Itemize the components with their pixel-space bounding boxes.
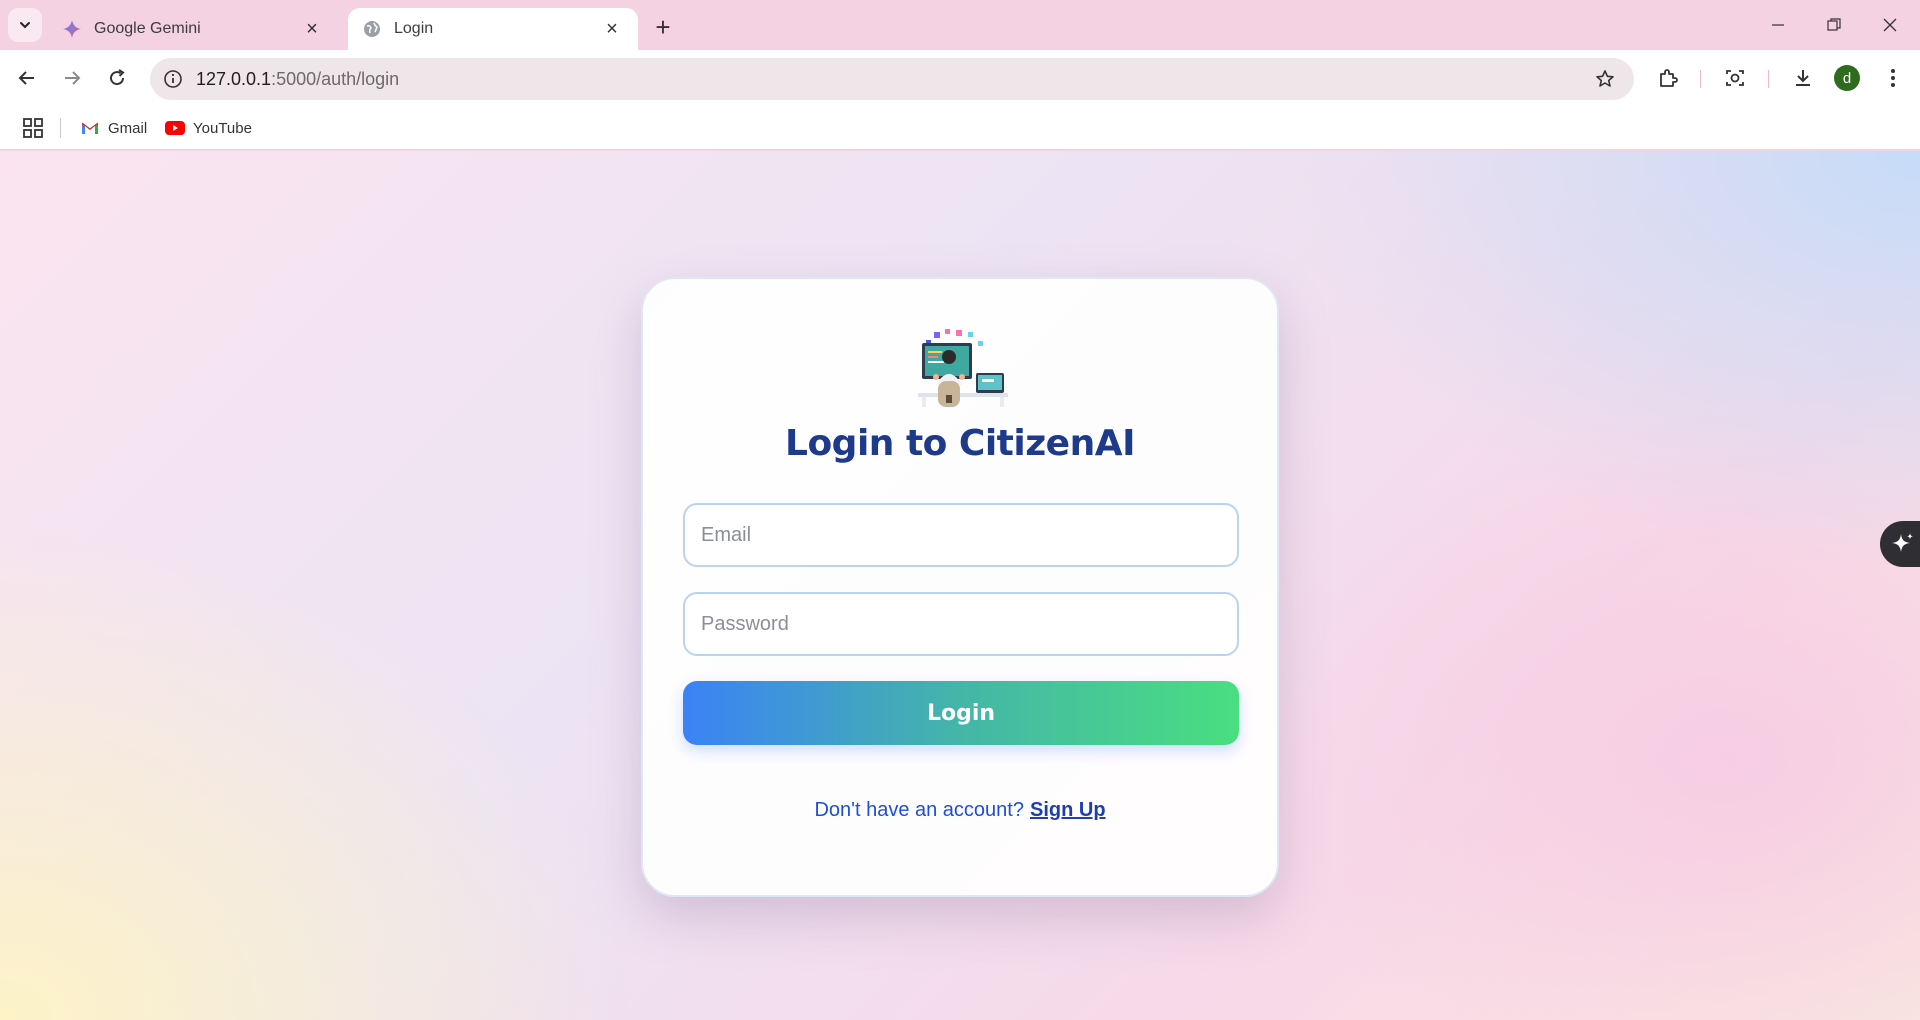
globe-icon: [362, 19, 382, 39]
tab-title: Google Gemini: [94, 20, 201, 37]
password-field[interactable]: [683, 592, 1239, 656]
new-tab-button[interactable]: +: [648, 12, 678, 42]
close-icon: [1883, 18, 1897, 32]
login-card: Login to CitizenAI Login Don't have an a…: [641, 277, 1279, 897]
arrow-right-icon: [65, 71, 81, 85]
url-host: 127.0.0.1: [196, 68, 272, 89]
bookmark-youtube[interactable]: YouTube: [165, 116, 252, 140]
download-icon[interactable]: [1787, 62, 1819, 94]
signup-prompt-text: Don't have an account?: [814, 799, 1024, 821]
chevron-down-icon: [20, 22, 30, 29]
url-path: :5000/auth/login: [271, 68, 400, 89]
tab-title: Login: [394, 20, 434, 37]
reload-button[interactable]: [99, 60, 135, 96]
arrow-left-icon: [18, 71, 34, 85]
minimize-icon: [1772, 24, 1784, 26]
extensions-icon[interactable]: [1652, 62, 1684, 94]
bookmarks-divider: [60, 118, 61, 138]
email-field[interactable]: [683, 503, 1239, 567]
tab-login[interactable]: Login ×: [348, 8, 638, 50]
developer-workstation-illustration: [918, 329, 1008, 407]
login-button[interactable]: Login: [683, 681, 1239, 745]
screenshot-lens-icon[interactable]: [1719, 62, 1751, 94]
profile-avatar[interactable]: d: [1834, 65, 1860, 91]
browser-toolbar: 127.0.0.1:5000/auth/login d: [0, 50, 1920, 106]
tab-google-gemini[interactable]: Google Gemini ×: [48, 8, 338, 50]
password-input[interactable]: [701, 612, 1237, 636]
gemini-icon: [62, 19, 82, 39]
bookmarks-bar: Gmail YouTube: [0, 106, 1920, 150]
bookmark-label: Gmail: [108, 119, 148, 137]
email-input[interactable]: [701, 523, 1237, 547]
tab-strip: Google Gemini × Login × +: [0, 0, 1920, 50]
toolbar-divider: [1700, 70, 1701, 88]
sparkle-icon: [1892, 533, 1913, 552]
close-window-button[interactable]: [1862, 0, 1918, 50]
apps-grid-icon[interactable]: [22, 117, 44, 139]
restore-icon: [1827, 18, 1841, 31]
bookmark-gmail[interactable]: Gmail: [80, 116, 147, 140]
reload-icon: [110, 69, 125, 86]
page-title: Login to CitizenAI: [785, 423, 1135, 464]
page-viewport: Login to CitizenAI Login Don't have an a…: [0, 151, 1920, 1020]
url-text: 127.0.0.1:5000/auth/login: [196, 69, 399, 90]
close-icon[interactable]: ×: [300, 17, 324, 41]
restore-button[interactable]: [1806, 0, 1862, 50]
gmail-icon: [80, 120, 100, 136]
bookmark-label: YouTube: [193, 119, 252, 137]
signup-link[interactable]: Sign Up: [1030, 799, 1106, 821]
bookmark-star-icon[interactable]: [1590, 64, 1620, 94]
ai-sparkle-button[interactable]: [1880, 521, 1920, 567]
youtube-icon: [165, 120, 185, 136]
forward-button[interactable]: [54, 60, 90, 96]
site-info-icon[interactable]: [158, 64, 188, 94]
more-menu-icon[interactable]: [1877, 62, 1909, 94]
signup-prompt: Don't have an account? Sign Up: [643, 799, 1277, 822]
back-button[interactable]: [9, 60, 45, 96]
toolbar-divider: [1768, 70, 1769, 88]
address-bar[interactable]: 127.0.0.1:5000/auth/login: [150, 58, 1634, 100]
tab-search-button[interactable]: [8, 8, 42, 42]
close-icon[interactable]: ×: [600, 17, 624, 41]
minimize-button[interactable]: [1750, 0, 1806, 50]
